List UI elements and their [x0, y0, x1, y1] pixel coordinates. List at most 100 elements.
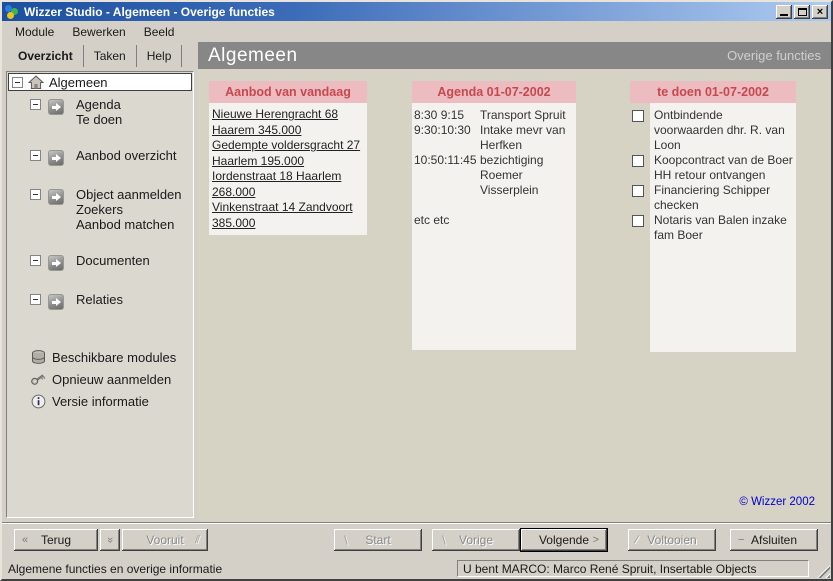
todo-label: Notaris van Balen inzake fam Boer — [654, 213, 787, 242]
agenda-desc: bezichtiging Roemer Visserplein — [480, 153, 574, 198]
todo-checkbox[interactable] — [632, 185, 644, 197]
vorige-button[interactable]: ∖ Vorige — [432, 529, 520, 551]
tab-taken[interactable]: Taken — [84, 45, 137, 67]
tree-item-algemeen[interactable]: Algemeen — [8, 73, 192, 91]
next-icon: > — [593, 534, 599, 546]
listing-link[interactable]: Iordenstraat 18 Haarlem 268.000 — [212, 169, 364, 200]
navigation-tree: Algemeen Agenda Te doen — [6, 71, 194, 518]
menu-bar: Module Bewerken Beeld — [2, 21, 831, 42]
todo-checkbox[interactable] — [632, 110, 644, 122]
listing-link[interactable]: Nieuwe Herengracht 68 Haarem 345.000 — [212, 107, 364, 138]
sidebar-item-object-aanmelden[interactable]: Object aanmelden — [76, 187, 182, 202]
forward-icon: ⫽ — [195, 534, 200, 547]
afsluiten-button[interactable]: − Afsluiten — [730, 529, 818, 551]
tree-group-relaties: Relaties — [30, 292, 192, 310]
agenda-time: 8:30 9:15 — [414, 108, 480, 123]
panel-title: Aanbod van vandaag — [209, 81, 367, 103]
panel-title: te doen 01-07-2002 — [630, 81, 796, 103]
panel-title: Agenda 01-07-2002 — [412, 81, 576, 103]
listing-link[interactable]: Gedempte voldersgracht 27 Haarlem 195.00… — [212, 138, 364, 169]
tree-root-label: Algemeen — [49, 75, 108, 90]
agenda-time: 9:30:10:30 — [414, 123, 480, 153]
database-icon — [30, 349, 46, 365]
todo-checkbox[interactable] — [632, 155, 644, 167]
minimize-icon — [780, 14, 788, 16]
agenda-time: 10:50:11:45 — [414, 153, 480, 198]
tab-overzicht[interactable]: Overzicht — [8, 45, 84, 67]
todo-item: Koopcontract van de Boer HH retour ontva… — [654, 153, 794, 183]
expand-toggle[interactable] — [12, 77, 23, 88]
expand-toggle[interactable] — [30, 99, 41, 110]
sidebar-item-documenten[interactable]: Documenten — [76, 253, 150, 268]
panel-aanbod-van-vandaag: Aanbod van vandaag Nieuwe Herengracht 68… — [209, 81, 367, 235]
home-icon — [28, 75, 44, 90]
maximize-icon — [798, 8, 807, 16]
info-icon — [30, 393, 46, 409]
arrow-icon[interactable] — [48, 189, 64, 205]
expand-toggle[interactable] — [30, 255, 41, 266]
chevron-down-icon: » — [104, 537, 116, 543]
close-icon: × — [817, 7, 823, 17]
start-button[interactable]: ∖ Start — [334, 529, 422, 551]
content-area: Aanbod van vandaag Nieuwe Herengracht 68… — [198, 69, 831, 522]
util-label: Versie informatie — [52, 394, 149, 409]
finish-icon: ∕ — [636, 534, 638, 546]
todo-item: Ontbindende voorwaarden dhr. R. van Loon — [654, 108, 794, 153]
terug-button[interactable]: « Terug — [14, 529, 98, 551]
resize-grip[interactable] — [817, 565, 830, 578]
volgende-button[interactable]: Volgende > — [520, 528, 608, 552]
listing-link[interactable]: Vinkenstraat 14 Zandvoort 385.000 — [212, 200, 364, 231]
tree-group-aanbod: Aanbod overzicht — [30, 148, 192, 166]
sidebar-item-aanbod-overzicht[interactable]: Aanbod overzicht — [76, 148, 176, 163]
sidebar-item-te-doen[interactable]: Te doen — [76, 112, 122, 127]
todo-label: Financiering Schipper checken — [654, 183, 770, 212]
app-window: Wizzer Studio - Algemeen - Overige funct… — [0, 0, 833, 581]
close-button[interactable]: × — [812, 5, 828, 19]
button-bar: « Terug » Vooruit ⫽ ∖ Start ∖ Vorige Vol… — [2, 522, 831, 558]
sidebar-item-agenda[interactable]: Agenda — [76, 97, 122, 112]
agenda-desc: Intake mevr van Herfken — [480, 123, 574, 153]
todo-item: Financiering Schipper checken — [654, 183, 794, 213]
minimize-button[interactable] — [776, 5, 792, 19]
back-icon: « — [22, 534, 28, 546]
sidebar-item-relaties[interactable]: Relaties — [76, 292, 123, 307]
menu-beeld[interactable]: Beeld — [135, 23, 184, 41]
page-title: Algemeen — [208, 45, 298, 67]
arrow-icon[interactable] — [48, 255, 64, 271]
arrow-icon[interactable] — [48, 150, 64, 166]
arrow-icon[interactable] — [48, 294, 64, 310]
todo-item: Notaris van Balen inzake fam Boer — [654, 213, 794, 243]
util-label: Opnieuw aanmelden — [52, 372, 171, 387]
status-message: Algemene functies en overige informatie — [2, 562, 451, 576]
agenda-desc: Transport Spruit — [480, 108, 574, 123]
arrow-icon[interactable] — [48, 99, 64, 115]
todo-label: Koopcontract van de Boer HH retour ontva… — [654, 153, 793, 182]
tab-help[interactable]: Help — [137, 45, 183, 67]
todo-checkbox[interactable] — [632, 215, 644, 227]
exit-icon: − — [738, 534, 744, 546]
voltooien-button[interactable]: ∕ Voltooien — [628, 529, 716, 551]
expand-toggle[interactable] — [30, 150, 41, 161]
agenda-item: 8:30 9:15 Transport Spruit — [414, 108, 574, 123]
tree-group-agenda: Agenda Te doen — [30, 97, 192, 127]
sidebar-item-aanbod-matchen[interactable]: Aanbod matchen — [76, 217, 182, 232]
start-icon: ∖ — [342, 534, 349, 547]
window-title: Wizzer Studio - Algemeen - Overige funct… — [24, 5, 772, 19]
sidebar-item-opnieuw-aanmelden[interactable]: Opnieuw aanmelden — [30, 368, 192, 390]
copyright-link[interactable]: © Wizzer 2002 — [739, 496, 815, 508]
status-bar: Algemene functies en overige informatie … — [2, 558, 831, 579]
sidebar-item-zoekers[interactable]: Zoekers — [76, 202, 182, 217]
app-icon — [5, 4, 20, 19]
page-subtitle: Overige functies — [727, 48, 821, 63]
expand-toggle[interactable] — [30, 294, 41, 305]
expand-toggle[interactable] — [30, 189, 41, 200]
key-icon — [30, 371, 46, 387]
nav-down-button[interactable]: » — [100, 529, 120, 551]
menu-bewerken[interactable]: Bewerken — [63, 23, 134, 41]
vooruit-button[interactable]: Vooruit ⫽ — [122, 529, 208, 551]
sidebar-item-versie-informatie[interactable]: Versie informatie — [30, 390, 192, 412]
maximize-button[interactable] — [794, 5, 810, 19]
menu-module[interactable]: Module — [6, 23, 63, 41]
agenda-footer: etc etc — [414, 213, 574, 228]
sidebar-item-beschikbare-modules[interactable]: Beschikbare modules — [30, 346, 192, 368]
